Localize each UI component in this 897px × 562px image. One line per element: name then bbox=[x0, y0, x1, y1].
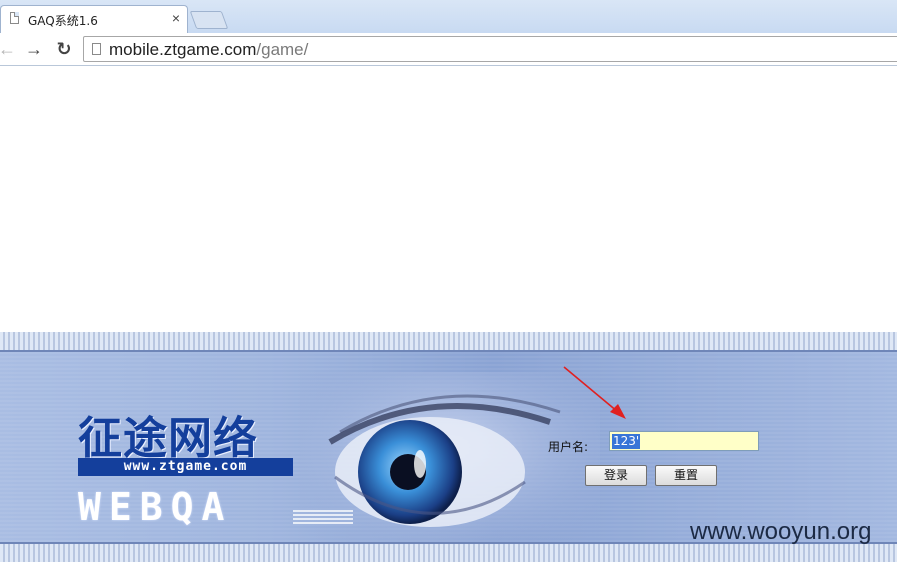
username-label: 用户名: bbox=[548, 440, 589, 454]
eye-illustration bbox=[300, 372, 600, 562]
back-arrow-icon[interactable]: ← bbox=[0, 39, 17, 59]
tab-close-icon[interactable]: × bbox=[169, 10, 183, 26]
banner-top-stripe bbox=[0, 332, 897, 352]
logo-chinese: 征途网络 bbox=[78, 413, 258, 464]
browser-toolbar: ← → ↻ mobile.ztgame.com/game/ bbox=[0, 33, 897, 66]
banner-background: 征途网络 www.ztgame.com WEBQA 用户名: 123' 登录 重… bbox=[0, 352, 897, 562]
reset-button[interactable]: 重置 bbox=[655, 465, 717, 486]
page-icon bbox=[92, 43, 101, 55]
logo-brand: WEBQA bbox=[78, 485, 233, 529]
browser-tab-strip: GAQ系统1.6 × bbox=[0, 0, 897, 33]
watermark: www.wooyun.org bbox=[690, 518, 872, 545]
reload-icon[interactable]: ↻ bbox=[54, 39, 74, 59]
address-bar[interactable]: mobile.ztgame.com/game/ bbox=[83, 36, 897, 62]
logo-decoration-lines bbox=[293, 510, 353, 524]
url-text: mobile.ztgame.com/game/ bbox=[109, 40, 308, 60]
tab-title: GAQ系统1.6 bbox=[28, 14, 98, 28]
login-button[interactable]: 登录 bbox=[585, 465, 647, 486]
url-host: mobile.ztgame.com bbox=[109, 40, 257, 59]
new-tab-button[interactable] bbox=[189, 11, 229, 29]
forward-arrow-icon[interactable]: → bbox=[24, 39, 44, 59]
logo-website: www.ztgame.com bbox=[78, 458, 293, 476]
browser-tab[interactable]: GAQ系统1.6 × bbox=[0, 5, 188, 33]
url-path: /game/ bbox=[256, 40, 309, 59]
screenshot: GAQ系统1.6 × ← → ↻ mobile.ztgame.com/game/ bbox=[0, 0, 897, 562]
page-icon bbox=[10, 12, 19, 24]
username-input-value: 123' bbox=[612, 434, 641, 449]
